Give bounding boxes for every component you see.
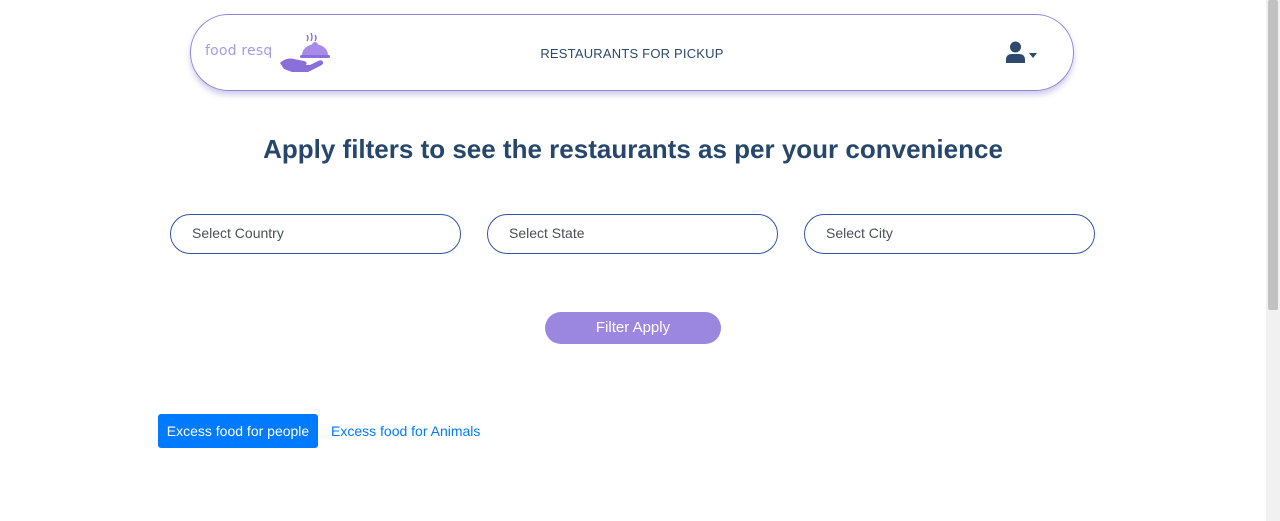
tab-excess-food-people[interactable]: Excess food for people — [158, 414, 318, 448]
scrollbar-thumb[interactable] — [1268, 0, 1278, 310]
user-icon — [1006, 41, 1025, 68]
chevron-down-icon — [1029, 53, 1037, 58]
navbar: food resq RESTAURANTS FOR PICKUP — [190, 14, 1074, 91]
city-select[interactable]: Select City — [804, 214, 1095, 254]
page-title: Apply filters to see the restaurants as … — [263, 134, 1003, 164]
nav-title: RESTAURANTS FOR PICKUP — [540, 46, 724, 61]
tab-excess-food-animals[interactable]: Excess food for Animals — [331, 414, 480, 448]
country-select[interactable]: Select Country — [170, 214, 461, 254]
vertical-scrollbar[interactable] — [1266, 0, 1280, 521]
filter-apply-button[interactable]: Filter Apply — [545, 312, 721, 344]
state-select[interactable]: Select State — [487, 214, 778, 254]
user-menu-button[interactable] — [1006, 41, 1037, 68]
page: food resq RESTAURANTS FOR PICKUP Apply f… — [0, 0, 1280, 521]
